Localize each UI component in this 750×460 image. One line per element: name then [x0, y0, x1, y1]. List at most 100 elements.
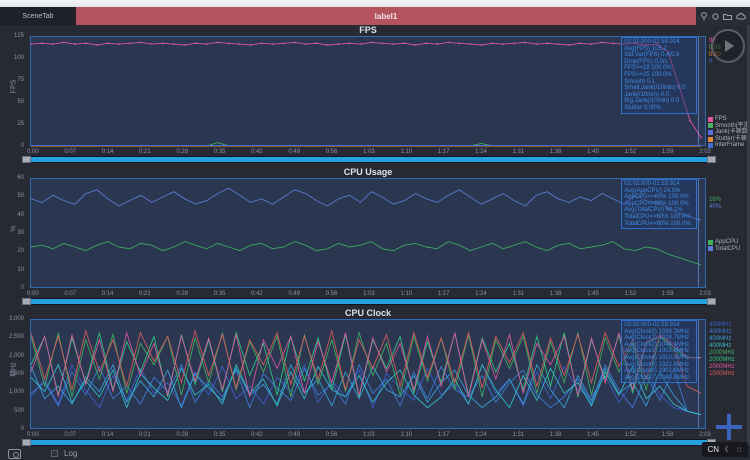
tooltip-line: TotalCPU<=80% 100.0%: [624, 221, 694, 228]
legend-label: TotalCPU: [715, 246, 740, 253]
x-tick-label: 0:56: [326, 291, 338, 297]
current-value: 16%: [709, 197, 721, 204]
series-marker: [239, 43, 241, 45]
tooltip-line: Avg(Clock1) 1028.7MHz: [624, 335, 694, 342]
series-marker: [480, 44, 482, 46]
log-checkbox[interactable]: [51, 450, 58, 457]
stats-tooltip: 02:02.000-01:59.914Avg(FPS) 105.2Std.Var…: [621, 37, 697, 114]
x-tick-label: 0:21: [139, 291, 151, 297]
x-tick-label: 1:17: [438, 149, 450, 155]
current-value: 400MHz: [709, 329, 735, 336]
x-tick-label: 2:03: [699, 291, 711, 297]
x-tick-label: 1:31: [512, 149, 524, 155]
series-marker: [217, 42, 219, 44]
slider-range[interactable]: [31, 440, 707, 445]
legend-item[interactable]: Jank(卡顿数): [708, 129, 750, 136]
x-tick-label: 0:35: [214, 291, 226, 297]
screenshot-icon[interactable]: [8, 449, 21, 459]
slider-handle-right[interactable]: [707, 156, 716, 163]
legend-label: InterFrame: [715, 142, 744, 149]
series-marker: [272, 43, 274, 45]
x-tick-label: 0:14: [102, 291, 114, 297]
x-tick-label: 2:03: [699, 432, 711, 438]
pin-icon[interactable]: [700, 12, 708, 21]
tooltip-line: Avg(FPS) 105.2: [624, 46, 694, 53]
x-axis-ticks: 0:000:070:140:210:280:350:420:490:561:03…: [27, 149, 711, 155]
tooltip-line: Jank(/10min) 0.0: [624, 92, 694, 99]
slider-range[interactable]: [31, 157, 707, 162]
x-tick-label: 0:49: [288, 432, 300, 438]
record-icon[interactable]: [712, 13, 719, 20]
slider-range[interactable]: [31, 299, 707, 304]
series-marker: [535, 43, 537, 45]
x-tick-label: 1:52: [625, 149, 637, 155]
x-tick-label: 1:59: [662, 291, 674, 297]
legend-item[interactable]: AppCPU: [708, 239, 740, 246]
series-marker: [579, 42, 581, 44]
bottom-bar: Log: [0, 447, 750, 460]
fps-plot: [31, 37, 707, 147]
cpu-clock-chart: CPU Clock MHz 3,0002,5002,0001,5001,0005…: [0, 308, 750, 447]
scene-tab[interactable]: SceneTab: [0, 7, 76, 25]
legend-item[interactable]: Stutter(卡顿率): [708, 136, 750, 143]
legend-swatch: [708, 137, 713, 142]
series-marker: [546, 42, 548, 44]
legend-swatch: [708, 130, 713, 135]
tooltip-line: TotalCPU<=60% 100.0%: [624, 214, 694, 221]
series-marker: [63, 42, 65, 44]
series-marker: [700, 137, 702, 139]
x-tick-label: 0:00: [27, 291, 39, 297]
time-range-slider[interactable]: [22, 156, 716, 163]
legend-label: Stutter(卡顿率): [715, 136, 750, 143]
language-indicator[interactable]: CN ☾ ∷: [702, 442, 748, 457]
slider-handle-left[interactable]: [22, 439, 31, 446]
cpu-clock-plot: [31, 320, 707, 430]
x-tick-label: 0:28: [176, 432, 188, 438]
x-axis-ticks: 0:000:070:140:210:280:350:420:490:561:03…: [27, 432, 711, 438]
slider-handle-left[interactable]: [22, 298, 31, 305]
y-tick-label: 0: [21, 426, 26, 432]
x-axis-ticks: 0:000:070:140:210:280:350:420:490:561:03…: [27, 291, 711, 297]
series-marker: [250, 44, 252, 46]
slider-handle-left[interactable]: [22, 156, 31, 163]
cloud-icon[interactable]: [736, 13, 746, 20]
x-tick-label: 0:28: [176, 149, 188, 155]
legend-item[interactable]: TotalCPU: [708, 246, 740, 253]
x-tick-label: 1:59: [662, 149, 674, 155]
series-marker: [31, 43, 32, 45]
plot-area[interactable]: 02:02.000-01:59.914Avg(AppCPU) 24.5%AppC…: [30, 178, 706, 288]
tooltip-line: Big.Jank(/10min) 0.0: [624, 98, 694, 105]
current-value: 2000MHz: [709, 364, 735, 371]
series-marker: [74, 43, 76, 45]
legend-item[interactable]: FPS: [708, 116, 750, 123]
current-value: 40%: [709, 204, 721, 211]
series-marker: [283, 42, 285, 44]
x-tick-label: 0:56: [326, 432, 338, 438]
x-tick-label: 0:42: [251, 432, 263, 438]
tooltip-line: Avg(Clock0) 1038.3MHz: [624, 329, 694, 336]
time-range-slider[interactable]: [22, 298, 716, 305]
series-marker: [140, 42, 142, 44]
folder-icon[interactable]: [723, 13, 732, 20]
series-marker: [338, 43, 340, 45]
legend-item[interactable]: InterFrame: [708, 142, 750, 149]
x-tick-label: 1:17: [438, 291, 450, 297]
series-marker: [261, 42, 263, 44]
touch-keyboard-icon: ∷: [737, 446, 742, 454]
series-marker: [41, 42, 43, 44]
legend-swatch: [708, 117, 713, 122]
x-tick-label: 1:38: [550, 291, 562, 297]
series-marker: [513, 42, 515, 44]
time-range-slider[interactable]: [22, 439, 716, 446]
series-marker: [415, 44, 417, 46]
label-banner[interactable]: label1: [76, 7, 696, 25]
tooltip-line: Avg(Clock5) 1922.8MHz: [624, 362, 694, 369]
top-toolbar: [696, 7, 750, 25]
slider-handle-right[interactable]: [707, 298, 716, 305]
y-tick-label: 60: [17, 175, 26, 181]
x-tick-label: 0:49: [288, 291, 300, 297]
plot-area[interactable]: 02:02.000-01:59.914Avg(Clock0) 1038.3MHz…: [30, 319, 706, 429]
legend-swatch: [708, 123, 713, 128]
series-marker: [601, 42, 603, 44]
plot-area[interactable]: 02:02.000-01:59.914Avg(FPS) 105.2Std.Var…: [30, 36, 706, 146]
